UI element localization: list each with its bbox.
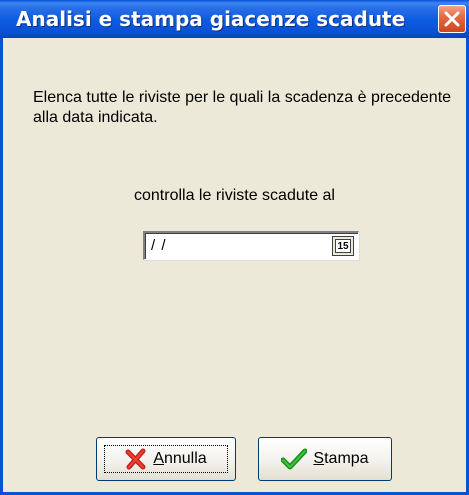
- date-value[interactable]: / /: [151, 237, 167, 254]
- expiry-date-field[interactable]: / / 15: [143, 231, 359, 260]
- red-x-icon: [125, 448, 146, 470]
- calendar-icon: 15: [335, 239, 351, 253]
- print-button[interactable]: Stampa: [258, 437, 392, 481]
- cancel-button[interactable]: Annulla: [96, 437, 236, 481]
- window-title: Analisi e stampa giacenze scadute: [16, 7, 406, 31]
- close-button[interactable]: [438, 5, 466, 33]
- close-icon: [444, 11, 460, 27]
- dialog-window: Analisi e stampa giacenze scadute Elenca…: [0, 0, 469, 495]
- window-frame-left: [0, 38, 3, 495]
- date-prompt-label: controlla le riviste scadute al: [134, 187, 335, 204]
- cancel-button-label: Annulla: [153, 450, 207, 467]
- green-check-icon: [281, 448, 308, 470]
- description-text: Elenca tutte le riviste per le quali la …: [33, 89, 452, 126]
- calendar-button[interactable]: 15: [332, 236, 354, 256]
- title-bar[interactable]: Analisi e stampa giacenze scadute: [0, 0, 469, 38]
- print-button-label: Stampa: [313, 450, 369, 467]
